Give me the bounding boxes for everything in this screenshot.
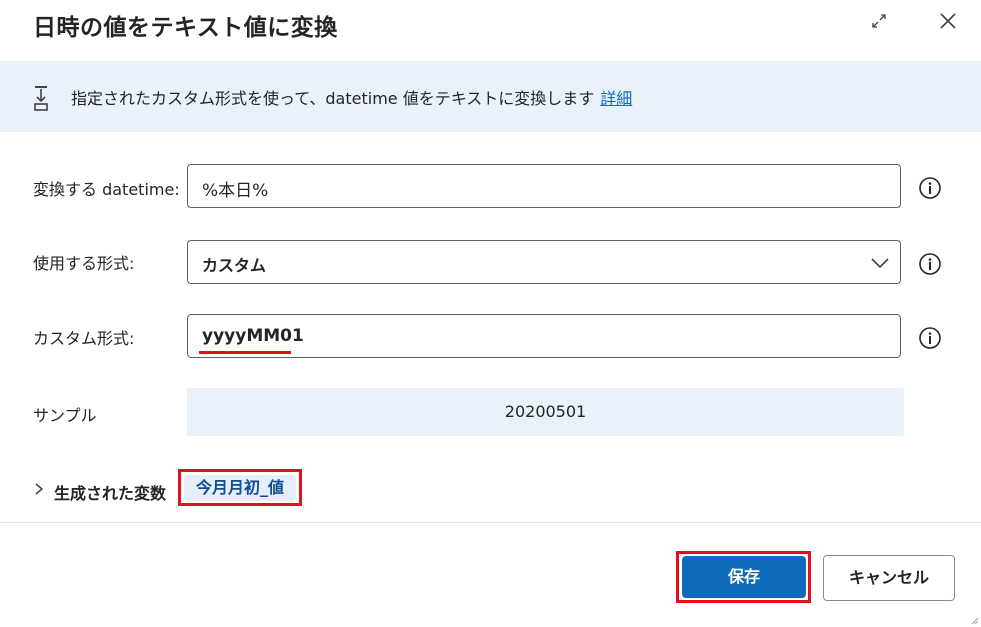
datetime-label: 変換する datetime: bbox=[33, 180, 180, 199]
footer-divider bbox=[0, 522, 981, 523]
datetime-input[interactable]: %本日% bbox=[187, 164, 901, 208]
save-button[interactable]: 保存 bbox=[682, 556, 806, 598]
cancel-button[interactable]: キャンセル bbox=[823, 555, 955, 601]
banner-description: 指定されたカスタム形式を使って、datetime 値をテキストに変換します bbox=[71, 89, 595, 108]
custom-format-value: yyyyMM01 bbox=[202, 326, 304, 346]
details-link[interactable]: 詳細 bbox=[600, 89, 632, 108]
info-icon[interactable] bbox=[918, 252, 942, 276]
sample-box: 20200501 bbox=[187, 388, 904, 436]
format-select[interactable]: カスタム bbox=[187, 240, 901, 284]
expand-icon[interactable] bbox=[868, 10, 890, 32]
convert-icon bbox=[34, 86, 48, 111]
variable-chip[interactable]: 今月月初_値 bbox=[184, 475, 296, 501]
info-icon[interactable] bbox=[918, 176, 942, 200]
chevron-down-icon bbox=[871, 258, 889, 269]
dialog-title: 日時の値をテキスト値に変換 bbox=[33, 15, 338, 41]
highlight-underline bbox=[199, 351, 291, 354]
chevron-right-icon bbox=[35, 483, 44, 495]
info-icon[interactable] bbox=[918, 326, 942, 350]
sample-value: 20200501 bbox=[504, 402, 587, 421]
generated-variables-label: 生成された変数 bbox=[54, 484, 167, 503]
sample-label: サンプル bbox=[33, 406, 97, 425]
convert-datetime-dialog: 日時の値をテキスト値に変換 指定されたカスタム形式を使って、datetime 値… bbox=[0, 0, 981, 627]
custom-format-input[interactable]: yyyyMM01 bbox=[187, 314, 901, 358]
format-value: カスタム bbox=[202, 256, 267, 275]
format-label: 使用する形式: bbox=[33, 254, 135, 273]
info-banner: 指定されたカスタム形式を使って、datetime 値をテキストに変換します 詳細 bbox=[0, 61, 981, 132]
banner-text: 指定されたカスタム形式を使って、datetime 値をテキストに変換します 詳細 bbox=[71, 85, 632, 109]
close-icon[interactable] bbox=[937, 10, 959, 32]
resize-grip-icon[interactable] bbox=[969, 615, 979, 625]
custom-format-label: カスタム形式: bbox=[33, 329, 135, 348]
datetime-value: %本日% bbox=[202, 181, 269, 201]
